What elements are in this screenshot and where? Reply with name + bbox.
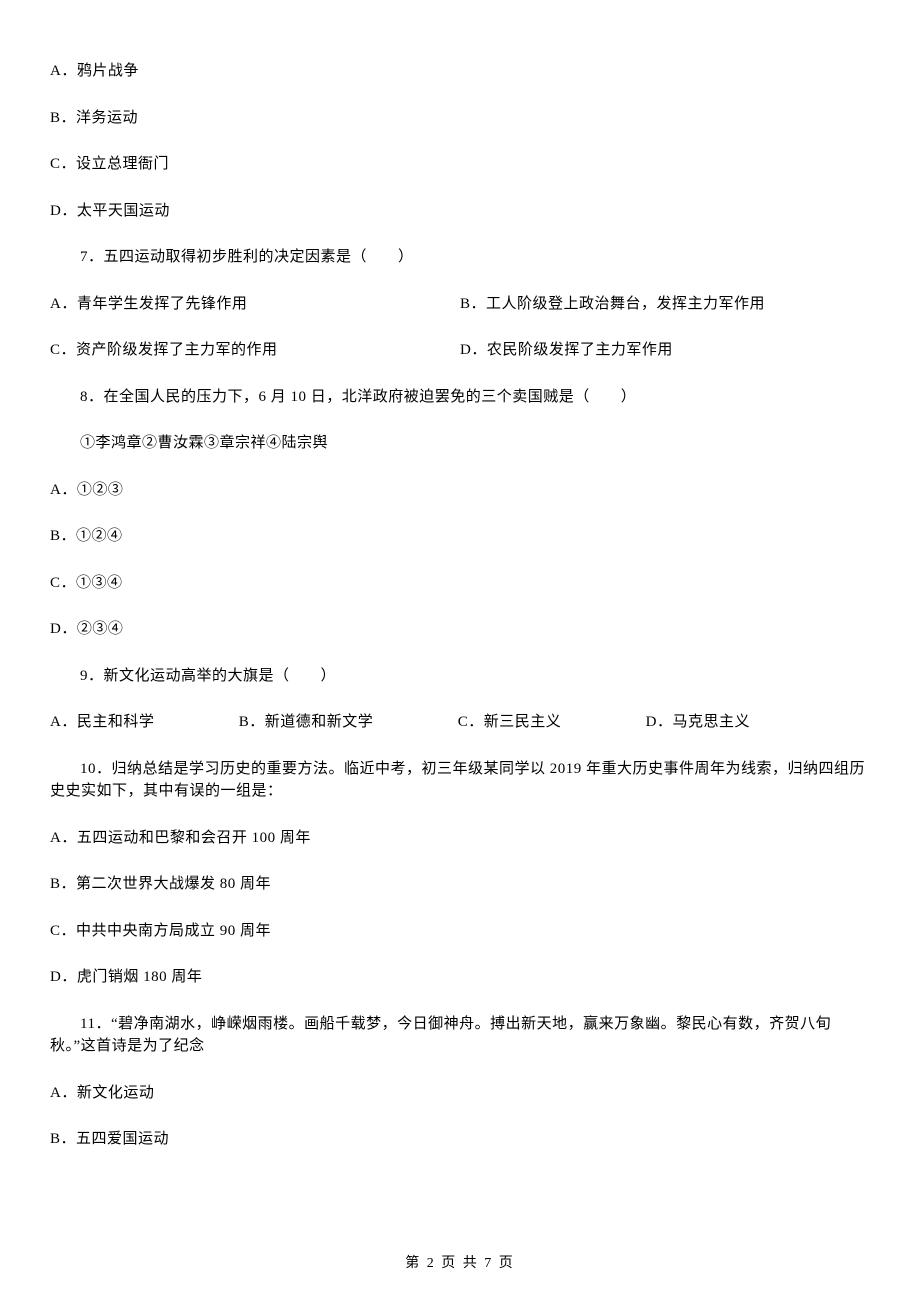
q11-stem: 11．“碧净南湖水，峥嵘烟雨楼。画船千载梦，今日御神舟。搏出新天地，赢来万象幽。… xyxy=(50,1013,870,1058)
q7-options-row2: C．资产阶级发挥了主力军的作用 D．农民阶级发挥了主力军作用 xyxy=(50,339,870,362)
document-page: A．鸦片战争 B．洋务运动 C．设立总理衙门 D．太平天国运动 7．五四运动取得… xyxy=(0,0,920,1302)
q9-option-c: C．新三民主义 xyxy=(458,711,562,734)
q7-option-d: D．农民阶级发挥了主力军作用 xyxy=(460,339,870,362)
q10-option-a: A．五四运动和巴黎和会召开 100 周年 xyxy=(50,827,870,850)
q6-option-a: A．鸦片战争 xyxy=(50,60,870,83)
q9-stem: 9．新文化运动高举的大旗是（ ） xyxy=(50,665,870,688)
q6-option-d: D．太平天国运动 xyxy=(50,200,870,223)
q9-options: A．民主和科学 B．新道德和新文学 C．新三民主义 D．马克思主义 xyxy=(50,711,870,734)
q10-option-d: D．虎门销烟 180 周年 xyxy=(50,966,870,989)
q9-option-b: B．新道德和新文学 xyxy=(239,711,374,734)
q7-option-a: A．青年学生发挥了先锋作用 xyxy=(50,293,460,316)
q9-option-d: D．马克思主义 xyxy=(646,711,750,734)
q11-option-b: B．五四爱国运动 xyxy=(50,1128,870,1151)
q8-stem: 8．在全国人民的压力下，6 月 10 日，北洋政府被迫罢免的三个卖国贼是（ ） xyxy=(50,386,870,409)
q6-option-c: C．设立总理衙门 xyxy=(50,153,870,176)
q7-option-c: C．资产阶级发挥了主力军的作用 xyxy=(50,339,460,362)
q11-option-a: A．新文化运动 xyxy=(50,1082,870,1105)
q10-option-b: B．第二次世界大战爆发 80 周年 xyxy=(50,873,870,896)
q7-options-row1: A．青年学生发挥了先锋作用 B．工人阶级登上政治舞台，发挥主力军作用 xyxy=(50,293,870,316)
q7-option-b: B．工人阶级登上政治舞台，发挥主力军作用 xyxy=(460,293,870,316)
q6-option-b: B．洋务运动 xyxy=(50,107,870,130)
q9-option-a: A．民主和科学 xyxy=(50,711,154,734)
q7-stem: 7．五四运动取得初步胜利的决定因素是（ ） xyxy=(50,246,870,269)
q8-option-c: C．①③④ xyxy=(50,572,870,595)
q8-option-b: B．①②④ xyxy=(50,525,870,548)
q10-option-c: C．中共中央南方局成立 90 周年 xyxy=(50,920,870,943)
q10-stem: 10．归纳总结是学习历史的重要方法。临近中考，初三年级某同学以 2019 年重大… xyxy=(50,758,870,803)
page-footer: 第 2 页 共 7 页 xyxy=(0,1252,920,1272)
q8-option-a: A．①②③ xyxy=(50,479,870,502)
q8-option-d: D．②③④ xyxy=(50,618,870,641)
q8-note: ①李鸿章②曹汝霖③章宗祥④陆宗舆 xyxy=(50,432,870,455)
